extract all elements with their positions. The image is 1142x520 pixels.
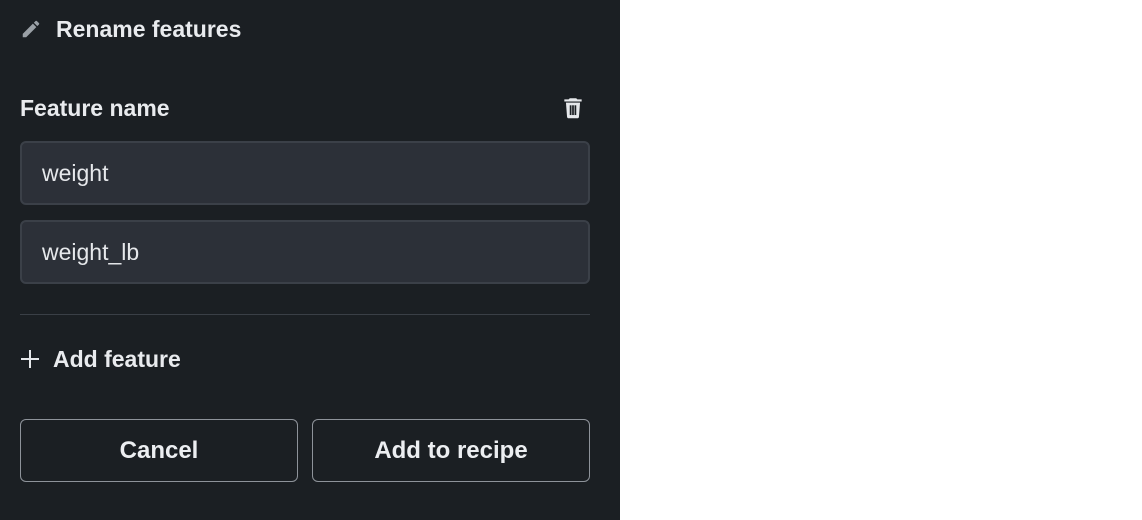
feature-name-label: Feature name [20, 94, 170, 121]
plus-icon [20, 349, 40, 369]
rename-features-panel: Rename features Feature name Add feature… [0, 0, 620, 520]
add-feature-button[interactable]: Add feature [20, 340, 181, 378]
add-feature-label: Add feature [53, 345, 181, 372]
panel-header: Rename features [20, 12, 241, 46]
divider [20, 314, 590, 315]
feature-name-row: Feature name [20, 92, 590, 124]
cancel-button[interactable]: Cancel [20, 419, 298, 482]
original-feature-name-input[interactable] [20, 141, 590, 205]
panel-title: Rename features [56, 15, 242, 42]
add-to-recipe-button[interactable]: Add to recipe [312, 419, 590, 482]
trash-icon[interactable] [560, 95, 586, 121]
main-content-area [620, 0, 1142, 520]
new-feature-name-input[interactable] [20, 220, 590, 284]
pencil-icon [20, 18, 42, 40]
